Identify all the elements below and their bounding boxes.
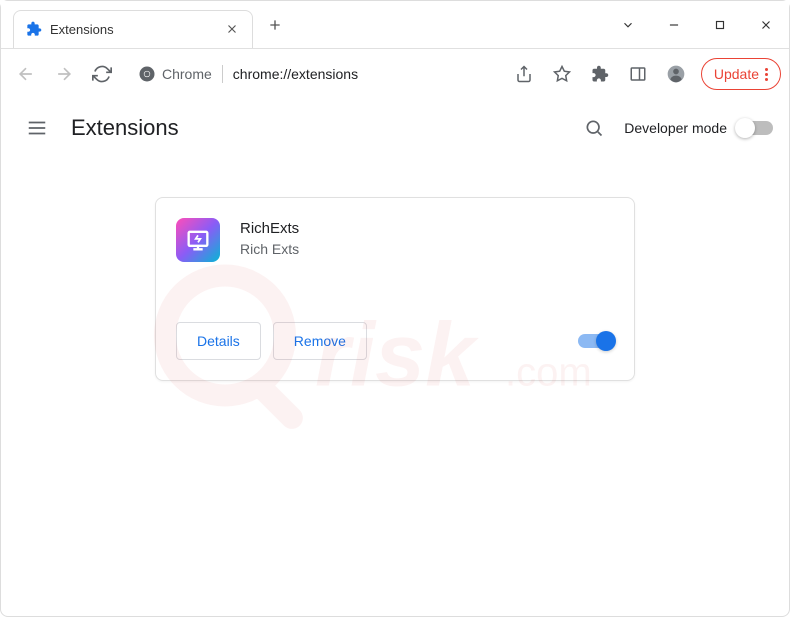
update-label: Update	[714, 66, 759, 82]
developer-mode-toggle[interactable]	[737, 121, 773, 135]
origin-label: Chrome	[162, 66, 212, 82]
divider	[222, 65, 223, 83]
tab-title: Extensions	[50, 22, 224, 37]
puzzle-icon	[26, 21, 42, 37]
close-window-button[interactable]	[743, 2, 789, 48]
sidepanel-icon[interactable]	[621, 57, 655, 91]
bookmark-icon[interactable]	[545, 57, 579, 91]
page-content: Extensions Developer mode RichExts Rich …	[1, 99, 789, 616]
chrome-icon	[138, 65, 156, 83]
developer-mode-label: Developer mode	[624, 120, 727, 136]
extension-card: RichExts Rich Exts Details Remove	[155, 197, 635, 381]
browser-toolbar: Chrome chrome://extensions Update	[1, 49, 789, 99]
extension-description: Rich Exts	[240, 241, 299, 257]
menu-dots-icon	[765, 68, 768, 81]
back-button[interactable]	[9, 57, 43, 91]
url-text: chrome://extensions	[233, 66, 358, 82]
search-button[interactable]	[574, 108, 614, 148]
forward-button[interactable]	[47, 57, 81, 91]
extensions-icon[interactable]	[583, 57, 617, 91]
details-button[interactable]: Details	[176, 322, 261, 360]
share-icon[interactable]	[507, 57, 541, 91]
minimize-button[interactable]	[651, 2, 697, 48]
address-bar[interactable]: Chrome chrome://extensions	[127, 57, 499, 91]
menu-button[interactable]	[17, 108, 57, 148]
page-title: Extensions	[71, 115, 179, 141]
remove-button[interactable]: Remove	[273, 322, 367, 360]
new-tab-button[interactable]	[261, 11, 289, 39]
chevron-down-icon[interactable]	[605, 2, 651, 48]
extensions-header: Extensions Developer mode	[1, 99, 789, 157]
extension-icon	[176, 218, 220, 262]
site-chip[interactable]: Chrome	[138, 65, 212, 83]
update-button[interactable]: Update	[701, 58, 781, 90]
window-titlebar: Extensions	[1, 1, 789, 49]
maximize-button[interactable]	[697, 2, 743, 48]
browser-tab[interactable]: Extensions	[13, 10, 253, 48]
profile-icon[interactable]	[659, 57, 693, 91]
extension-enable-toggle[interactable]	[578, 334, 614, 348]
window-controls	[605, 2, 789, 48]
extension-name: RichExts	[240, 220, 299, 237]
reload-button[interactable]	[85, 57, 119, 91]
close-tab-button[interactable]	[224, 21, 240, 37]
